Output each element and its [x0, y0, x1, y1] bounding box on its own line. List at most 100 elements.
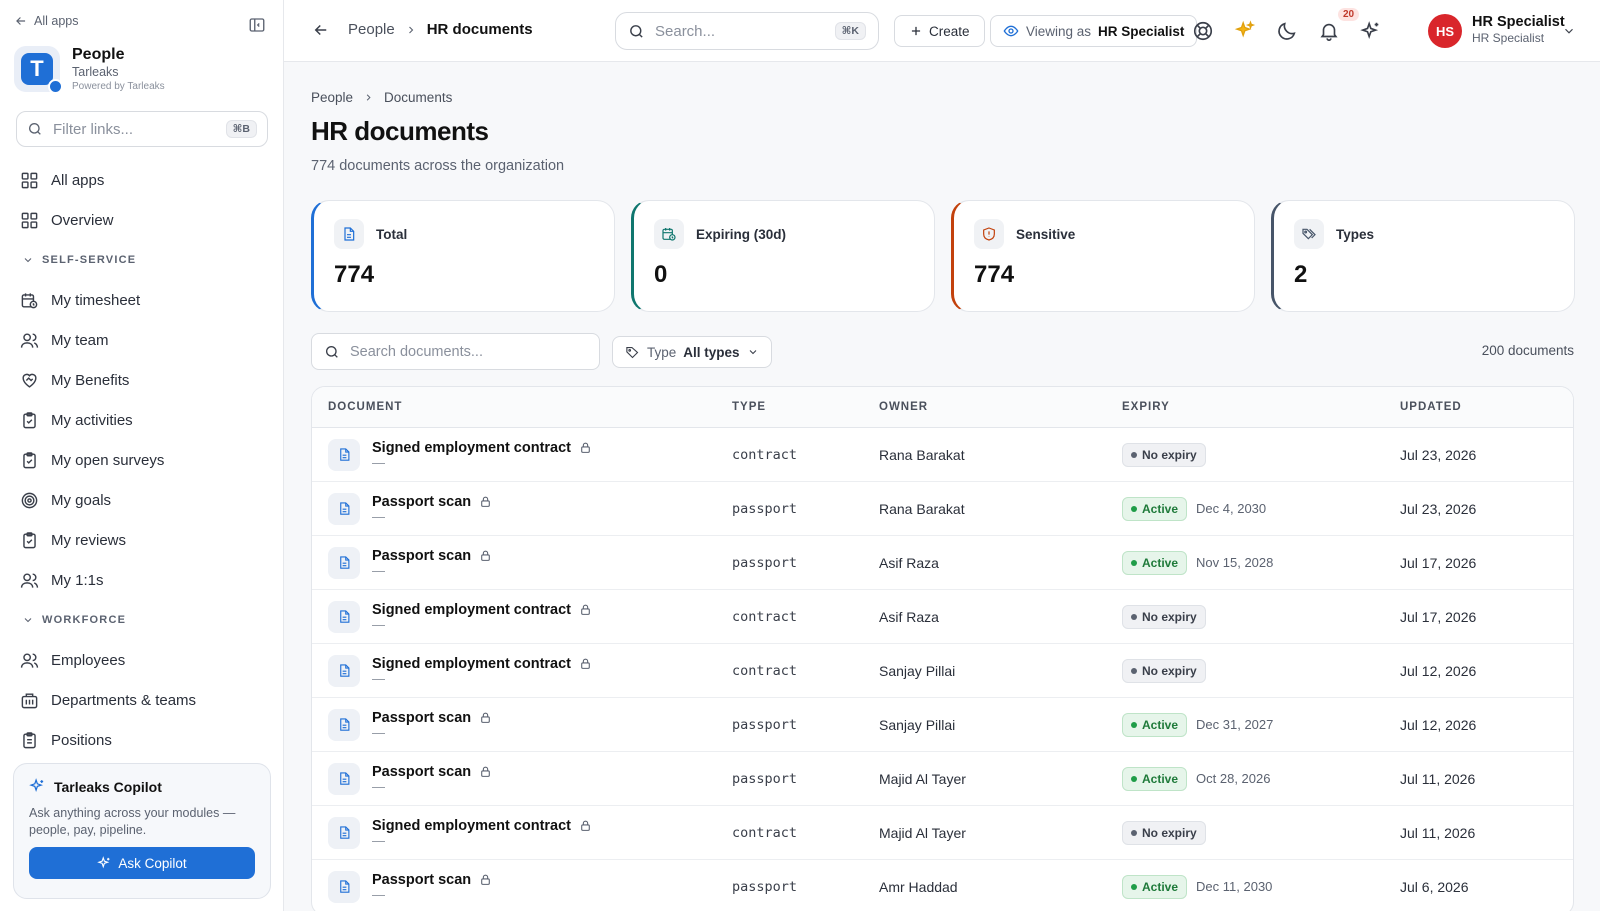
users-icon — [20, 572, 39, 588]
document-title[interactable]: Signed employment contract — [372, 656, 571, 672]
create-button[interactable]: Create — [894, 15, 985, 47]
brand-logo-letter: T — [21, 53, 53, 85]
heart-handshake-icon — [22, 373, 37, 388]
document-title[interactable]: Passport scan — [372, 494, 471, 510]
expiry-date: Dec 31, 2027 — [1196, 717, 1274, 732]
document-title[interactable]: Signed employment contract — [372, 818, 571, 834]
document-owner: Majid Al Tayer — [879, 770, 966, 787]
clipboard-check-icon — [23, 411, 36, 428]
viewing-as-button[interactable]: Viewing as HR Specialist — [990, 15, 1198, 47]
sidebar-item-label: My team — [51, 331, 109, 349]
help-lifebuoy-icon[interactable] — [1192, 20, 1214, 42]
sidebar-item-employees[interactable]: Employees — [20, 640, 270, 680]
table-row[interactable]: Passport scan — passport Amr Haddad Active De… — [312, 860, 1573, 911]
updated-date: Jul 6, 2026 — [1400, 878, 1469, 895]
updated-date: Jul 12, 2026 — [1400, 662, 1477, 679]
tags-icon — [1294, 219, 1324, 249]
column-header-type[interactable]: TYPE — [732, 401, 879, 413]
sidebar-item-label: My Benefits — [51, 371, 130, 389]
viewing-as-role: HR Specialist — [1098, 23, 1185, 39]
all-apps-back-link[interactable]: All apps — [14, 14, 78, 28]
table-row[interactable]: Passport scan — passport Rana Barakat Active… — [312, 482, 1573, 536]
copilot-card: Tarleaks Copilot Ask anything across you… — [13, 763, 271, 899]
lock-icon — [481, 766, 490, 777]
ask-copilot-button[interactable]: Ask Copilot — [29, 847, 255, 879]
sidebar-item-my-activities[interactable]: My activities — [20, 400, 270, 440]
lock-icon — [581, 604, 590, 615]
stat-label: Types — [1336, 226, 1375, 242]
user-avatar[interactable]: HS — [1428, 14, 1462, 48]
sidebar-item-overview[interactable]: Overview — [20, 200, 270, 240]
sidebar-item-all-apps[interactable]: All apps — [20, 160, 270, 200]
chevron-down-icon — [24, 618, 32, 623]
sparkles-icon[interactable] — [1234, 20, 1256, 42]
sidebar-item-my-reviews[interactable]: My reviews — [20, 520, 270, 560]
table-body: Signed employment contract — contract Rana … — [312, 428, 1573, 911]
sidebar-item-positions[interactable]: Positions — [20, 720, 270, 760]
table-row[interactable]: Passport scan — passport Sanjay Pillai Activ… — [312, 698, 1573, 752]
column-header-owner[interactable]: OWNER — [879, 401, 1122, 413]
sidebar-item-my-benefits[interactable]: My Benefits — [20, 360, 270, 400]
sidebar-item-my-1on1s[interactable]: My 1:1s — [20, 560, 270, 600]
file-text-icon — [328, 708, 360, 741]
document-search-input[interactable]: Search documents... — [311, 333, 600, 370]
moon-icon[interactable] — [1276, 20, 1298, 42]
document-subtitle: — — [372, 562, 385, 578]
table-row[interactable]: Passport scan — passport Majid Al Tayer Acti… — [312, 752, 1573, 806]
table-row[interactable]: Signed employment contract — contract Asif … — [312, 590, 1573, 644]
sidebar-item-my-goals[interactable]: My goals — [20, 480, 270, 520]
sidebar-item-departments-teams[interactable]: Departments & teams — [20, 680, 270, 720]
global-search-shortcut: ⌘K — [834, 22, 866, 40]
user-menu[interactable]: HR Specialist HR Specialist — [1472, 14, 1565, 46]
table-row[interactable]: Signed employment contract — contract Rana … — [312, 428, 1573, 482]
type-filter-dropdown[interactable]: Type All types — [612, 336, 772, 368]
breadcrumb-people[interactable]: People — [348, 21, 395, 38]
brand-badge-dot — [48, 79, 63, 94]
sidebar-item-my-open-surveys[interactable]: My open surveys — [20, 440, 270, 480]
sidebar-item-label: Positions — [51, 731, 112, 749]
lock-icon — [581, 442, 590, 453]
viewing-as-prefix: Viewing as — [1026, 23, 1092, 39]
expiry-status-badge: Active — [1122, 496, 1188, 521]
table-row[interactable]: Signed employment contract — contract Majid… — [312, 806, 1573, 860]
document-title[interactable]: Passport scan — [372, 710, 471, 726]
chevron-down-icon[interactable] — [1562, 24, 1576, 38]
back-arrow-icon[interactable] — [312, 21, 330, 39]
file-text-icon — [328, 762, 360, 795]
lock-icon — [481, 496, 490, 507]
section-title: SELF-SERVICE — [42, 254, 137, 266]
file-text-icon — [328, 654, 360, 687]
file-text-icon — [328, 492, 360, 525]
bell-icon[interactable] — [1318, 20, 1340, 42]
column-header-document[interactable]: DOCUMENT — [312, 401, 732, 413]
section-self-service[interactable]: SELF-SERVICE — [20, 240, 270, 280]
column-header-updated[interactable]: UPDATED — [1400, 401, 1573, 413]
stat-value: 2 — [1294, 261, 1308, 288]
ai-sparkles-icon[interactable] — [1360, 20, 1382, 42]
expiry-date: Nov 15, 2028 — [1196, 555, 1274, 570]
document-type: passport — [732, 717, 798, 733]
document-owner: Sanjay Pillai — [879, 662, 956, 679]
sidebar-item-my-team[interactable]: My team — [20, 320, 270, 360]
sidebar-collapse-icon[interactable] — [248, 16, 266, 34]
expiry-date: Dec 4, 2030 — [1196, 501, 1267, 516]
sidebar-item-my-timesheet[interactable]: My timesheet — [20, 280, 270, 320]
expiry-status-label: No expiry — [1142, 447, 1197, 462]
document-title[interactable]: Passport scan — [372, 872, 471, 888]
document-title[interactable]: Signed employment contract — [372, 602, 571, 618]
table-row[interactable]: Signed employment contract — contract Sanja… — [312, 644, 1573, 698]
page-breadcrumb-people[interactable]: People — [311, 90, 353, 105]
column-header-expiry[interactable]: EXPIRY — [1122, 401, 1400, 413]
table-row[interactable]: Passport scan — passport Asif Raza Active Nov… — [312, 536, 1573, 590]
clipboard-list-icon — [23, 731, 36, 748]
document-title[interactable]: Passport scan — [372, 764, 471, 780]
sidebar-item-label: My 1:1s — [51, 571, 104, 589]
global-search-input[interactable]: Search... ⌘K — [615, 12, 879, 50]
section-workforce[interactable]: WORKFORCE — [20, 600, 270, 640]
grid-icon — [21, 212, 38, 228]
document-title[interactable]: Signed employment contract — [372, 440, 571, 456]
filter-links-input[interactable]: Filter links... ⌘B — [16, 111, 268, 147]
document-title[interactable]: Passport scan — [372, 548, 471, 564]
expiry-status-label: No expiry — [1142, 825, 1197, 840]
document-type: contract — [732, 825, 798, 841]
